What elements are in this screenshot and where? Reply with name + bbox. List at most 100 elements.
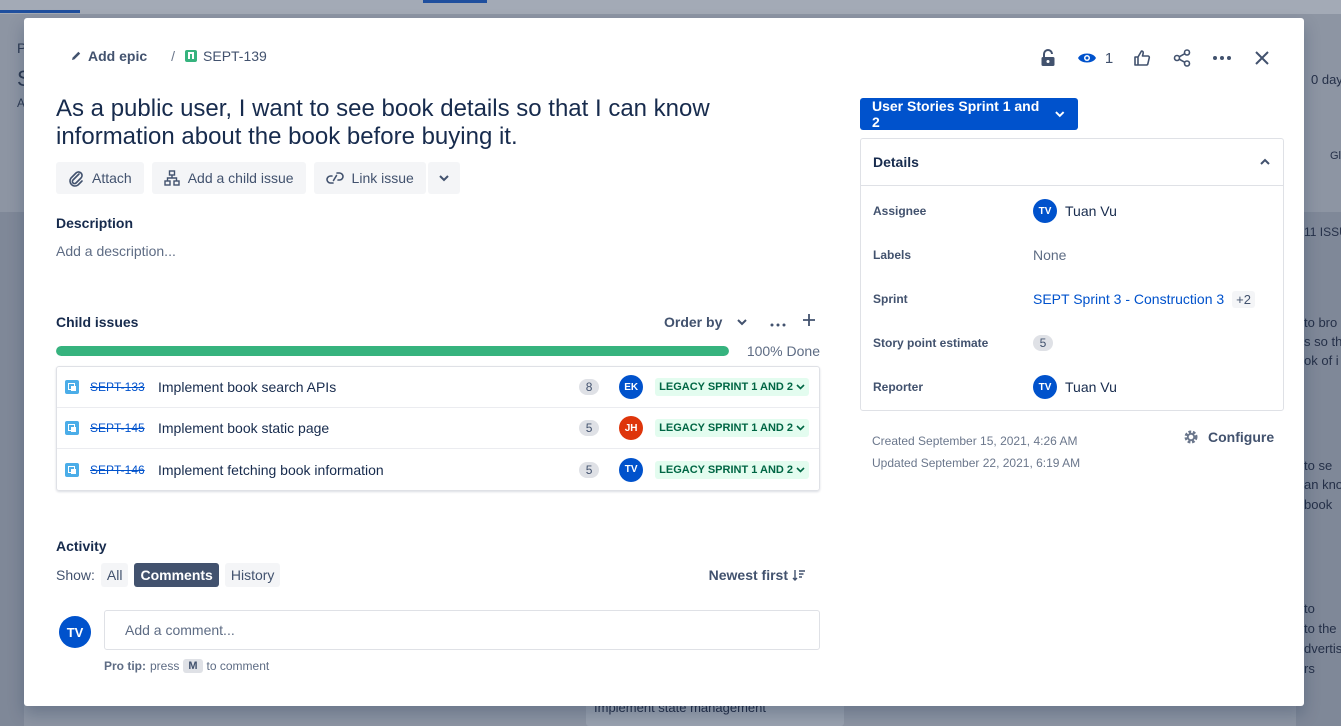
story-points-label: Story point estimate xyxy=(873,336,989,350)
details-header[interactable]: Details xyxy=(861,139,1283,186)
status-dropdown[interactable]: LEGACY SPRINT 1 AND 2 xyxy=(655,419,809,437)
background-text: 0 day xyxy=(1311,72,1341,87)
background-topbar xyxy=(0,0,1341,14)
story-icon xyxy=(185,50,198,62)
attach-button[interactable]: Attach xyxy=(56,162,144,194)
chevron-down-icon xyxy=(796,425,805,431)
child-issue-key[interactable]: SEPT-146 xyxy=(90,463,150,477)
issue-title[interactable]: As a public user, I want to see book det… xyxy=(56,95,776,151)
sprint-link[interactable]: SEPT Sprint 3 - Construction 3 xyxy=(1033,291,1224,307)
status-dropdown[interactable]: LEGACY SPRINT 1 AND 2 xyxy=(655,460,809,479)
child-issue-row[interactable]: SEPT-145 Implement book static page 5 JH… xyxy=(57,408,819,449)
child-issue-row[interactable]: SEPT-133 Implement book search APIs 8 EK… xyxy=(57,367,819,408)
child-more-button[interactable] xyxy=(770,314,786,330)
chevron-down-icon xyxy=(796,384,805,390)
child-issues-progress: 100% Done xyxy=(56,343,820,359)
assignee-value[interactable]: TV Tuan Vu xyxy=(1033,199,1117,223)
add-epic-label: Add epic xyxy=(88,48,148,64)
background-text: rs xyxy=(1304,661,1315,676)
progress-track xyxy=(56,346,729,356)
child-issue-list: SEPT-133 Implement book search APIs 8 EK… xyxy=(56,366,820,491)
activity-heading: Activity xyxy=(56,538,107,554)
share-button[interactable] xyxy=(1162,46,1202,70)
reporter-value[interactable]: TV Tuan Vu xyxy=(1033,375,1117,399)
filter-comments[interactable]: Comments xyxy=(134,563,219,587)
background-text: to xyxy=(1304,601,1315,616)
background-text: dvertis xyxy=(1304,641,1341,656)
reporter-avatar: TV xyxy=(1033,375,1057,399)
lock-button[interactable] xyxy=(1028,46,1068,70)
background-text: to se xyxy=(1304,458,1333,473)
add-child-button[interactable] xyxy=(802,313,816,330)
background-tab-indicator-2 xyxy=(423,0,487,3)
assignee-name: Tuan Vu xyxy=(1065,203,1117,219)
assignee-avatar[interactable]: JH xyxy=(619,416,644,440)
created-timestamp: Created September 15, 2021, 4:26 AM xyxy=(872,434,1078,448)
issue-key-link[interactable]: SEPT-139 xyxy=(185,48,267,64)
child-issue-summary[interactable]: Implement book search APIs xyxy=(158,379,579,395)
story-points-value[interactable]: 5 xyxy=(1033,335,1053,351)
link-icon xyxy=(325,172,344,184)
description-input[interactable]: Add a description... xyxy=(56,243,176,259)
order-by-label: Order by xyxy=(664,313,723,330)
link-issue-label: Link issue xyxy=(351,170,414,186)
background-text: s so th xyxy=(1304,334,1341,349)
link-issue-group: Link issue xyxy=(313,162,460,194)
watch-button[interactable]: 1 xyxy=(1068,46,1122,70)
details-title: Details xyxy=(873,154,919,170)
subtask-icon xyxy=(65,421,79,435)
eye-icon xyxy=(1077,53,1096,63)
issue-modal: Add epic / SEPT-139 1 As a public user, … xyxy=(24,18,1304,706)
share-icon xyxy=(1173,49,1191,67)
story-points-badge: 5 xyxy=(579,420,600,436)
sprint-more-badge[interactable]: +2 xyxy=(1232,290,1255,308)
chevron-down-icon xyxy=(737,318,748,325)
labels-label: Labels xyxy=(873,248,912,262)
sort-order-button[interactable]: Newest first xyxy=(709,567,806,583)
issue-key: SEPT-139 xyxy=(203,48,267,64)
filter-history[interactable]: History xyxy=(224,563,281,587)
status-label: LEGACY SPRINT 1 AND 2 xyxy=(659,381,793,393)
child-issue-summary[interactable]: Implement fetching book information xyxy=(158,462,579,478)
background-column xyxy=(0,212,24,726)
assignee-avatar[interactable]: EK xyxy=(619,375,644,399)
sprint-field: Sprint SEPT Sprint 3 - Construction 3 +2 xyxy=(873,285,1273,313)
more-actions-button[interactable] xyxy=(1202,46,1242,70)
background-text: an kno xyxy=(1304,477,1341,492)
sprint-label: Sprint xyxy=(873,292,908,306)
background-text: ok of i xyxy=(1304,353,1339,368)
assignee-avatar[interactable]: TV xyxy=(619,457,644,482)
add-epic-link[interactable]: Add epic xyxy=(70,48,147,64)
child-issues-heading: Child issues xyxy=(56,314,139,330)
attach-label: Attach xyxy=(92,170,132,186)
assignee-field: Assignee TV Tuan Vu xyxy=(873,197,1273,225)
configure-button[interactable]: Configure xyxy=(1182,428,1274,446)
activity-filter: Show: All Comments History xyxy=(56,563,281,587)
child-issue-key[interactable]: SEPT-145 xyxy=(90,421,150,435)
comment-input[interactable]: Add a comment... xyxy=(104,610,820,650)
link-issue-button[interactable]: Link issue xyxy=(313,162,426,194)
status-dropdown[interactable]: LEGACY SPRINT 1 AND 2 xyxy=(655,378,809,396)
close-icon xyxy=(1255,51,1269,65)
like-button[interactable] xyxy=(1122,46,1162,70)
more-actions-dropdown[interactable] xyxy=(427,162,460,194)
labels-value[interactable]: None xyxy=(1033,247,1066,263)
close-button[interactable] xyxy=(1242,46,1282,70)
order-by-dropdown[interactable]: Order by xyxy=(664,314,748,330)
progress-fill xyxy=(56,346,729,356)
pro-tip-press: press xyxy=(150,659,180,673)
filter-all[interactable]: All xyxy=(100,563,129,587)
chevron-down-icon xyxy=(1055,111,1065,118)
child-issue-key[interactable]: SEPT-133 xyxy=(90,380,150,394)
child-issue-row[interactable]: SEPT-146 Implement fetching book informa… xyxy=(57,449,819,490)
description-heading: Description xyxy=(56,215,134,231)
add-child-issue-button[interactable]: Add a child issue xyxy=(151,162,306,194)
background-text: to the xyxy=(1304,621,1337,636)
child-issue-summary[interactable]: Implement book static page xyxy=(158,420,579,436)
sprint-value[interactable]: SEPT Sprint 3 - Construction 3 +2 xyxy=(1033,290,1255,308)
workflow-status-button[interactable]: User Stories Sprint 1 and 2 xyxy=(860,98,1078,130)
story-points-field: Story point estimate 5 xyxy=(873,329,1273,357)
current-user-avatar: TV xyxy=(59,616,91,648)
details-panel: Details Assignee TV Tuan Vu Labels None … xyxy=(860,138,1284,411)
subtask-icon xyxy=(65,380,79,394)
